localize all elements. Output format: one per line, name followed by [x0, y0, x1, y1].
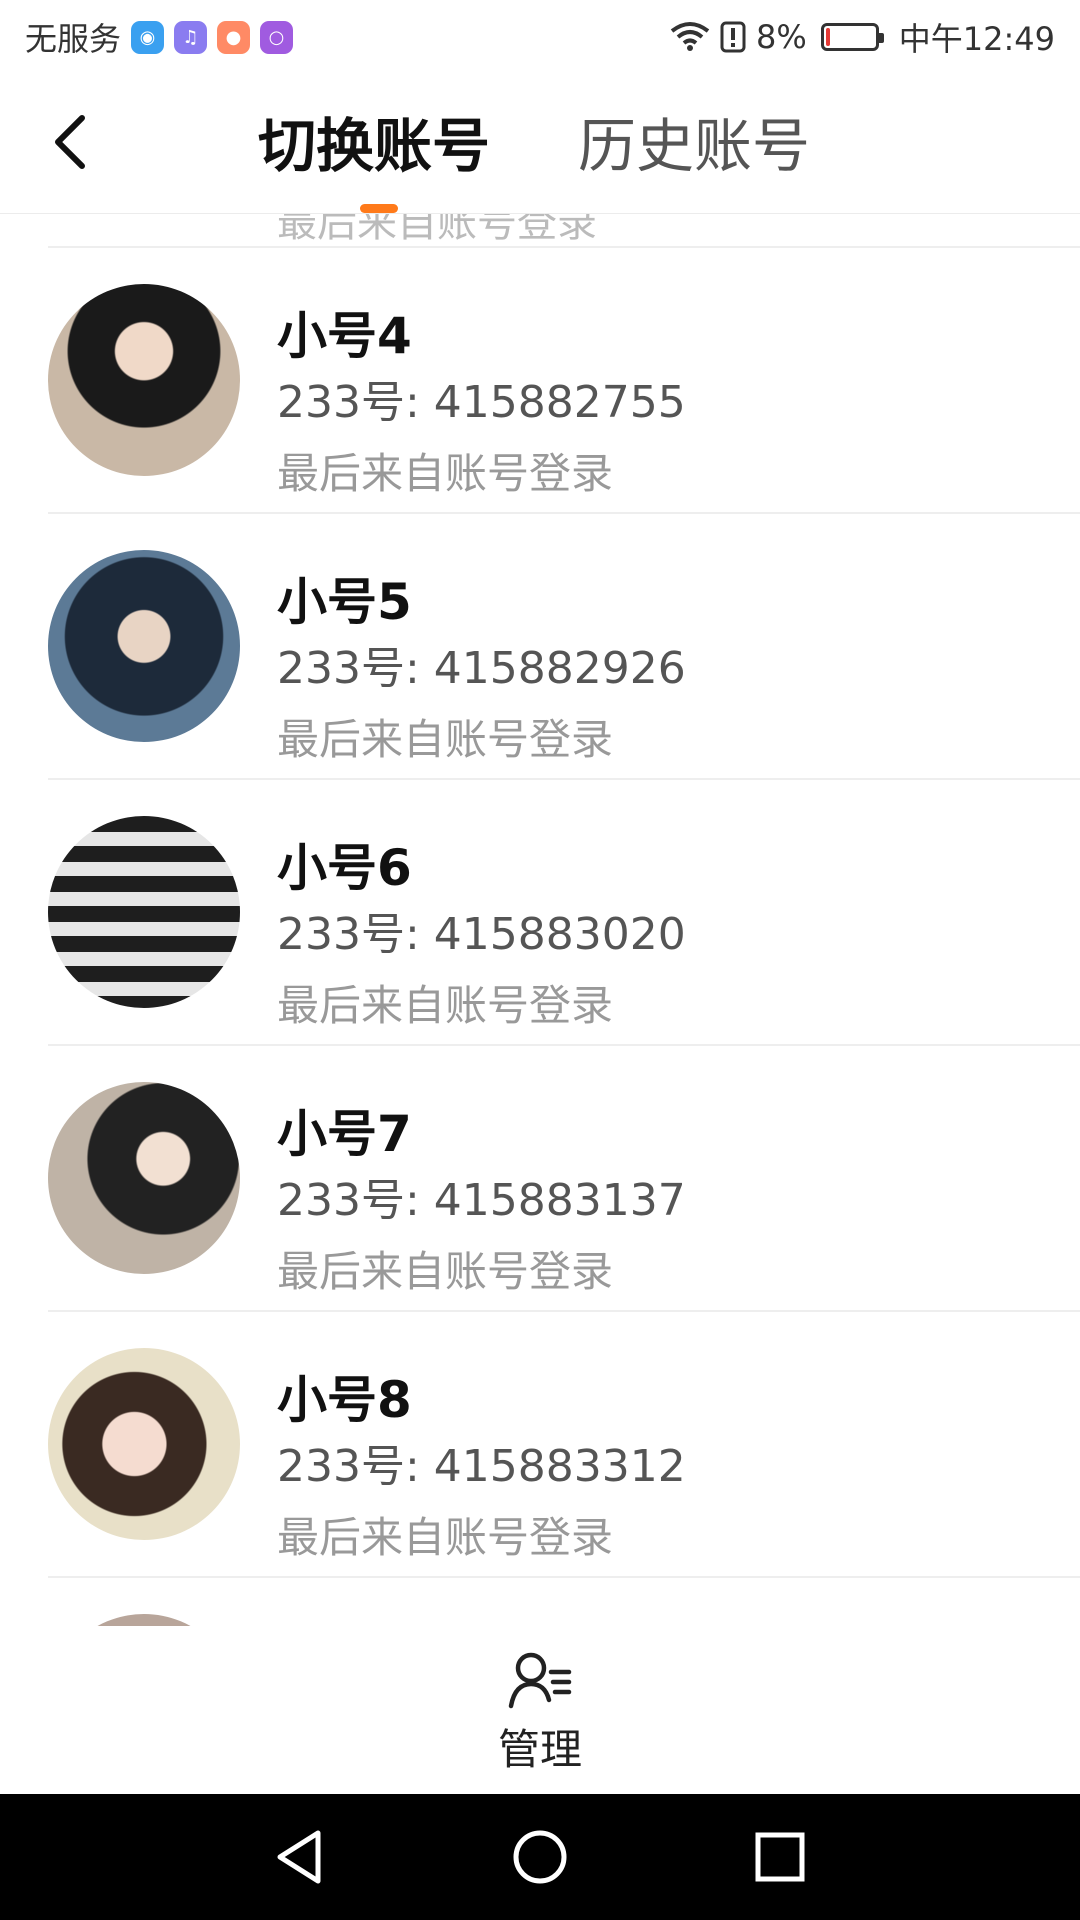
tab-history-account[interactable]: 历史账号 — [578, 106, 810, 186]
last-login-text: 最后来自账号登录 — [277, 1247, 614, 1296]
account-id: 233号: 415882926 — [277, 643, 686, 694]
account-row[interactable]: 小号6 233号: 415883020 最后来自账号登录 — [48, 780, 1080, 1046]
battery-icon — [820, 23, 884, 51]
account-name: 小号8 — [277, 1371, 412, 1429]
avatar — [48, 284, 240, 476]
last-login-text: 最后来自账号登录 — [277, 981, 614, 1030]
bottom-bar: 管理 — [0, 1626, 1080, 1794]
tab-switch-account[interactable]: 切换账号 — [258, 106, 490, 186]
account-name: 小号4 — [277, 307, 412, 365]
avatar — [48, 1082, 240, 1274]
chevron-left-icon — [55, 115, 85, 169]
system-nav-bar — [0, 1794, 1080, 1920]
nav-back-icon[interactable] — [268, 1825, 332, 1889]
clock: 中午12:49 — [898, 20, 1055, 58]
account-id: 233号: 415883137 — [277, 1175, 686, 1226]
carrier-text: 无服务 — [25, 20, 122, 58]
back-button[interactable] — [44, 110, 96, 174]
battery-percent: 8% — [756, 18, 807, 56]
account-row[interactable]: 小号5 233号: 415882926 最后来自账号登录 — [48, 514, 1080, 780]
avatar — [48, 1614, 240, 1626]
account-row[interactable]: 小号8 233号: 415883312 最后来自账号登录 — [48, 1312, 1080, 1578]
active-tab-indicator — [360, 204, 398, 213]
game-app-icon: ● — [217, 20, 251, 54]
avatar — [48, 816, 240, 1008]
manage-label: 管理 — [497, 1725, 582, 1774]
music-app-icon: ♫ — [174, 20, 208, 54]
chat-app-icon: ○ — [260, 20, 294, 54]
account-row[interactable]: 小号4 233号: 415882755 最后来自账号登录 — [48, 248, 1080, 514]
user-list-icon — [508, 1652, 572, 1709]
nav-recent-icon[interactable] — [748, 1825, 812, 1889]
account-id: 233号: 415883020 — [277, 909, 686, 960]
account-name: 小号6 — [277, 839, 412, 897]
account-name: 小号5 — [277, 573, 412, 631]
account-id: 233号: 415882755 — [277, 377, 686, 428]
account-name: 小号7 — [277, 1105, 412, 1163]
status-right: 8% 中午12:49 — [670, 14, 1055, 60]
shield-app-icon: ◉ — [131, 20, 165, 54]
wifi-icon — [670, 22, 710, 51]
nav-home-icon[interactable] — [508, 1825, 572, 1889]
account-row[interactable]: 小号7 233号: 415883137 最后来自账号登录 — [48, 1046, 1080, 1312]
battery-fill — [825, 28, 830, 46]
account-id: 233号: 415883312 — [277, 1441, 686, 1492]
status-bar: 无服务 ◉ ♫ ● ○ 8% 中午12:49 — [0, 0, 1080, 74]
partial-account-row[interactable]: 最后来自账号登录 — [48, 214, 1080, 248]
last-login-text: 最后来自账号登录 — [277, 715, 614, 764]
avatar — [48, 550, 240, 742]
avatar — [48, 1348, 240, 1540]
manage-button[interactable]: 管理 — [470, 1650, 610, 1780]
status-left: 无服务 ◉ ♫ ● ○ — [25, 14, 294, 60]
header: 切换账号 历史账号 — [0, 74, 1080, 214]
partial-last-login: 最后来自账号登录 — [277, 214, 597, 246]
last-login-text: 最后来自账号登录 — [277, 449, 614, 498]
account-list[interactable]: 最后来自账号登录 小号4 233号: 415882755 最后来自账号登录 小号… — [0, 214, 1080, 1626]
last-login-text: 最后来自账号登录 — [277, 1513, 614, 1562]
alert-icon — [720, 21, 746, 53]
